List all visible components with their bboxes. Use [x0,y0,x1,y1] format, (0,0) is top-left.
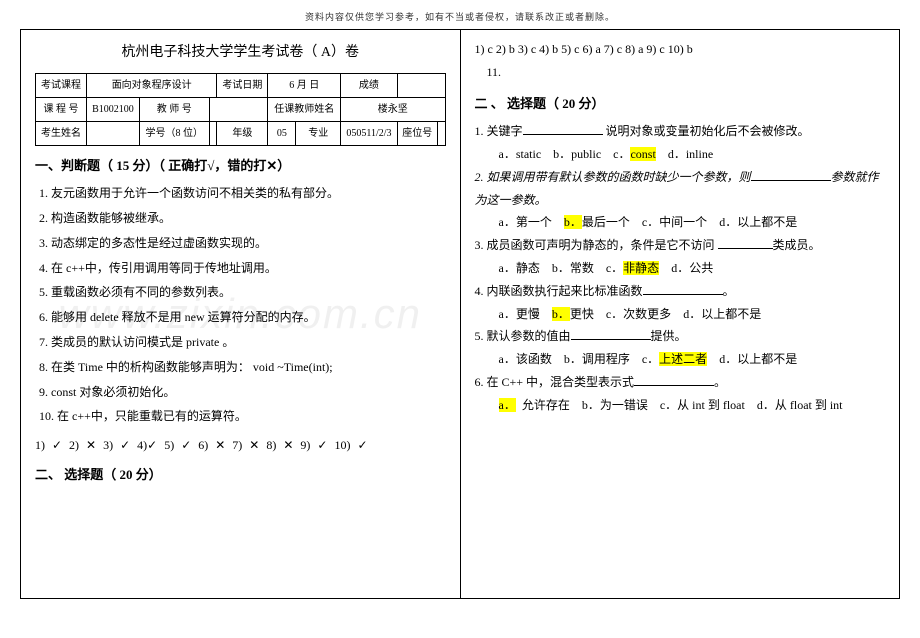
opt-c-hl: const [630,147,655,161]
cell: 成绩 [341,73,398,97]
mc-q1-opts: a．static b．public c．const d．inline [475,143,886,166]
cell: 考试日期 [217,73,268,97]
opt-a2: 允许存在 [522,398,570,412]
opt-d: d．从 float 到 int [757,398,843,412]
opt-c: c． [606,261,623,275]
mc-q3: 3. 成员函数可声明为静态的，条件是它不访问 类成员。 [475,234,886,257]
opt-a-hl: a． [499,398,516,412]
mc-q4-opts: a．更慢 b．更快 c．次数更多 d．以上都不是 [475,303,886,326]
mc-q1: 1. 关键字 说明对象或变量初始化后不会被修改。 [475,120,886,143]
q10: 10. 在 c++中，只能重载已有的运算符。 [39,405,446,428]
opt-b: b．public [553,147,601,161]
cell: 05 [268,121,296,145]
opt-b-hl: b． [552,307,570,321]
q1-stem: 1. 关键字 [475,124,523,138]
q3-stem-a: 3. 成员函数可声明为静态的，条件是它不访问 [475,238,715,252]
cell: 年级 [217,121,268,145]
cell: 教 师 号 [139,97,209,121]
exam-title: 杭州电子科技大学学生考试卷（ A）卷 [35,40,446,67]
cell: 考生姓名 [36,121,87,145]
opt-d: d．以上都不是 [683,307,761,321]
q3: 3. 动态绑定的多态性是经过虚函数实现的。 [39,232,446,255]
q2-stem-a: 2. 如果调用带有默认参数的函数时缺少一个参数，则 [475,170,751,184]
opt-b2: 更快 [570,307,594,321]
opt-b: b．常数 [552,261,594,275]
opt-a: a．该函数 [499,352,552,366]
opt-d: d．以上都不是 [719,215,797,229]
opt-a: a．第一个 [499,215,552,229]
opt-c: c． [613,147,630,161]
opt-c: c．从 int 到 float [660,398,745,412]
section-1-heading: 一、判断题（ 15 分）（ 正确打√，错的打✕） [35,154,446,179]
cell: B1002100 [87,97,140,121]
opt-d: d．inline [668,147,713,161]
header-note: 资料内容仅供您学习参考，如有不当或者侵权，请联系改正或者删除。 [0,0,920,29]
opt-c: c．中间一个 [642,215,707,229]
opt-a: a．static [499,147,542,161]
cell: 学号（8 位） [139,121,209,145]
opt-d: d．以上都不是 [719,352,797,366]
cell [87,121,140,145]
top-answers-11: 11. [475,61,886,84]
page-wrap: www.zixin.com.cn 杭州电子科技大学学生考试卷（ A）卷 考试课程… [20,29,900,599]
q6-stem-b: 。 [714,375,726,389]
opt-c: c． [642,352,659,366]
mc-q2-opts: a．第一个 b．最后一个 c．中间一个 d．以上都不是 [475,211,886,234]
q2: 2. 构造函数能够被继承。 [39,207,446,230]
cell: 考试课程 [36,73,87,97]
q9: 9. const 对象必须初始化。 [39,381,446,404]
mc-q5-opts: a．该函数 b．调用程序 c．上述二者 d．以上都不是 [475,348,886,371]
opt-b: b．为一错误 [582,398,648,412]
mc-q6: 6. 在 C++ 中，混合类型表示式 。 [475,371,886,394]
q4: 4. 在 c++中，传引用调用等同于传地址调用。 [39,257,446,280]
cell [209,97,268,121]
cell: 6 月 日 [268,73,341,97]
mc-q2: 2. 如果调用带有默认参数的函数时缺少一个参数，则参数就作为这一参数。 [475,166,886,212]
mc-q3-opts: a．静态 b．常数 c．非静态 d．公共 [475,257,886,280]
cell: 座位号 [397,121,437,145]
mc-q5: 5. 默认参数的值由 提供。 [475,325,886,348]
section-2-heading-left: 二、 选择题（ 20 分） [35,463,446,488]
cell: 楼永坚 [341,97,445,121]
opt-c-hl: 非静态 [623,261,659,275]
q1: 1. 友元函数用于允许一个函数访问不相关类的私有部分。 [39,182,446,205]
q6: 6. 能够用 delete 释放不是用 new 运算符分配的内存。 [39,306,446,329]
judge-answers: 1) ✓ 2) ✕ 3) ✓ 4)✓ 5) ✓ 6) ✕ 7) ✕ 8) ✕ 9… [35,434,446,457]
top-answers: 1) c 2) b 3) c 4) b 5) c 6) a 7) c 8) a … [475,38,886,61]
q7: 7. 类成员的默认访问模式是 private 。 [39,331,446,354]
cell [437,121,445,145]
cell [209,121,217,145]
cell: 面向对象程序设计 [87,73,217,97]
section-2-heading: 二 、 选择题（ 20 分） [475,92,886,117]
mc-q6-opts: a． 允许存在 b．为一错误 c．从 int 到 float d．从 float… [475,394,886,417]
opt-c: c．次数更多 [606,307,671,321]
opt-d: d．公共 [671,261,713,275]
opt-b2: 最后一个 [582,215,630,229]
right-column: 1) c 2) b 3) c 4) b 5) c 6) a 7) c 8) a … [461,30,900,598]
opt-c-hl: 上述二者 [659,352,707,366]
q4-stem: 4. 内联函数执行起来比标准函数 [475,284,643,298]
info-table: 考试课程 面向对象程序设计 考试日期 6 月 日 成绩 课 程 号 B10021… [35,73,446,146]
q1-stem-b: 说明对象或变量初始化后不会被修改。 [606,124,810,138]
opt-b: b．调用程序 [564,352,630,366]
mc-q4: 4. 内联函数执行起来比标准函数。 [475,280,886,303]
opt-a: a．静态 [499,261,540,275]
left-column: www.zixin.com.cn 杭州电子科技大学学生考试卷（ A）卷 考试课程… [21,30,461,598]
cell [397,73,445,97]
q5-stem-b: 提供。 [651,329,687,343]
cell: 050511/2/3 [341,121,398,145]
q5-stem-a: 5. 默认参数的值由 [475,329,571,343]
cell: 任课教师姓名 [268,97,341,121]
opt-b-hl: b． [564,215,582,229]
opt-a: a．更慢 [499,307,540,321]
q5: 5. 重载函数必须有不同的参数列表。 [39,281,446,304]
judge-questions: 1. 友元函数用于允许一个函数访问不相关类的私有部分。 2. 构造函数能够被继承… [35,182,446,428]
q6-stem: 6. 在 C++ 中，混合类型表示式 [475,375,635,389]
q8: 8. 在类 Time 中的析构函数能够声明为： void ~Time(int); [39,356,446,379]
q3-stem-b: 类成员。 [773,238,821,252]
cell: 课 程 号 [36,97,87,121]
cell: 专业 [296,121,341,145]
